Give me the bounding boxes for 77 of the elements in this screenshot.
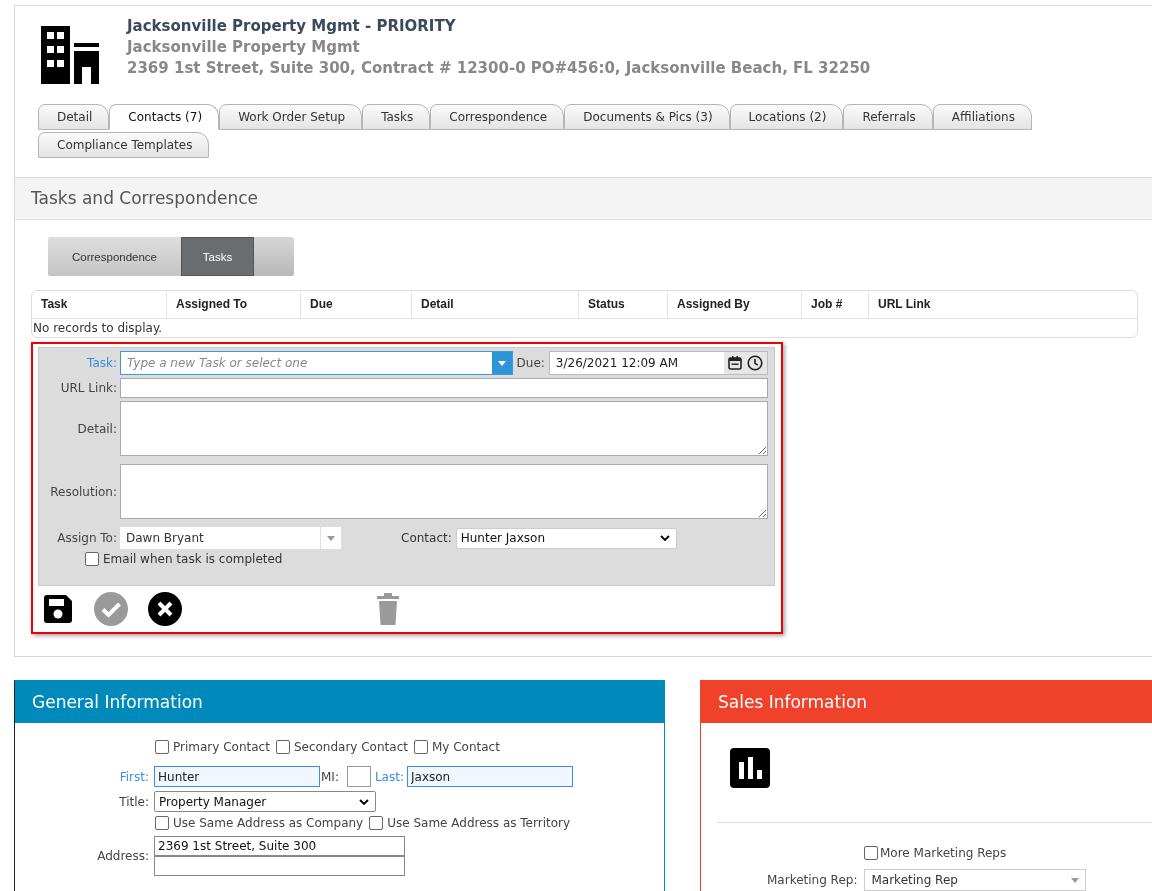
checkbox-label: Use Same Address as Company: [173, 816, 364, 830]
tab[interactable]: Affiliations: [932, 104, 1032, 130]
field-label: Resolution:: [49, 484, 118, 499]
chevron-icon: [659, 535, 670, 541]
tab[interactable]: Correspondence: [430, 104, 565, 130]
column-header[interactable]: URL Link: [869, 291, 1137, 318]
column-header[interactable]: Task: [32, 291, 167, 318]
field-label: URL Link:: [59, 381, 118, 395]
field-label: Last:: [374, 769, 404, 784]
column-header[interactable]: Job #: [802, 291, 869, 318]
field-label: Assign To:: [56, 531, 118, 545]
panel-title: Sales Information: [701, 681, 1152, 723]
bar-chart-icon: [730, 748, 770, 788]
tab[interactable]: Documents & Pics (3): [564, 104, 730, 130]
tab[interactable]: Contacts (7): [109, 104, 220, 130]
panel-title: Tasks and Correspondence: [15, 178, 1152, 220]
tab[interactable]: Referrals: [843, 104, 933, 130]
field-label: Due:: [516, 356, 545, 370]
column-header[interactable]: Assigned To: [167, 291, 301, 318]
field-label: Contact:: [401, 531, 452, 545]
marketing-rep-dropdown[interactable]: Marketing Rep: [864, 869, 1087, 891]
caret-icon: [327, 535, 335, 541]
checkbox-label: My Contact: [431, 740, 500, 754]
checkbox[interactable]: [275, 740, 290, 754]
column-header[interactable]: Status: [579, 291, 668, 318]
building-icon: [41, 26, 101, 84]
field-label: Address:: [96, 849, 150, 863]
company-address: 2369 1st Street, Suite 300, Contract # 12300-0 PO#456:0, Jacksonville Beach, FL 32250: [127, 58, 871, 79]
checkbox[interactable]: [413, 740, 428, 754]
url-field[interactable]: [120, 378, 768, 398]
title-dropdown[interactable]: Property Manager: [154, 791, 376, 812]
checkbox-label: Secondary Contact: [293, 740, 408, 754]
checkbox[interactable]: [85, 552, 99, 566]
empty-message: No records to display.: [32, 320, 164, 337]
checkbox-label: Primary Contact: [173, 740, 270, 754]
first-name-field[interactable]: Hunter: [154, 766, 320, 787]
caret-icon: [1071, 877, 1080, 883]
field-label: First:: [118, 769, 150, 784]
toggle-button[interactable]: Tasks: [181, 237, 254, 276]
tab[interactable]: Locations (2): [729, 104, 844, 130]
field-label: Title:: [118, 794, 150, 809]
field-label: Marketing Rep:: [767, 873, 858, 887]
last-name-field[interactable]: Jaxson: [407, 766, 573, 787]
caret-icon: [497, 360, 506, 366]
tab[interactable]: Tasks: [362, 104, 431, 130]
middle-initial-field[interactable]: [346, 766, 371, 787]
field-label: MI:: [321, 769, 339, 784]
clock-icon[interactable]: [747, 355, 763, 371]
panel-title: General Information: [15, 681, 664, 723]
assign-to-dropdown[interactable]: Dawn Bryant: [120, 527, 341, 549]
account-title: Jacksonville Property Mgmt - PRIORITY: [127, 16, 457, 37]
task-combobox[interactable]: Type a new Task or select one: [120, 351, 513, 375]
checkbox[interactable]: [369, 816, 384, 830]
column-header[interactable]: Due: [301, 291, 412, 318]
column-header[interactable]: Assigned By: [668, 291, 802, 318]
field-label: Task:: [86, 356, 118, 370]
contact-dropdown[interactable]: Hunter Jaxson: [455, 527, 677, 549]
field-label: Detail:: [76, 421, 118, 436]
column-header[interactable]: Detail: [412, 291, 579, 318]
checkbox[interactable]: [155, 816, 169, 830]
checkbox-label: Email when task is completed: [103, 552, 283, 566]
calendar-icon[interactable]: [728, 356, 742, 370]
tab[interactable]: Work Order Setup: [219, 104, 363, 130]
address-field[interactable]: [154, 856, 405, 876]
toggle-button[interactable]: Correspondence: [48, 237, 181, 276]
checkbox[interactable]: [155, 740, 169, 754]
due-date-field[interactable]: 3/26/2021 12:09 AM: [548, 351, 768, 375]
address-field[interactable]: 2369 1st Street, Suite 300: [154, 836, 405, 856]
checkbox-label: More Marketing Reps: [880, 846, 1007, 860]
save-icon[interactable]: [42, 593, 74, 625]
company-name: Jacksonville Property Mgmt: [127, 37, 361, 58]
close-icon[interactable]: [148, 592, 182, 626]
checkbox-label: Use Same Address as Territory: [387, 816, 571, 830]
tab[interactable]: Detail: [38, 104, 110, 130]
tab[interactable]: Compliance Templates: [38, 132, 210, 158]
chevron-icon: [359, 798, 369, 805]
checkbox[interactable]: [864, 846, 878, 860]
